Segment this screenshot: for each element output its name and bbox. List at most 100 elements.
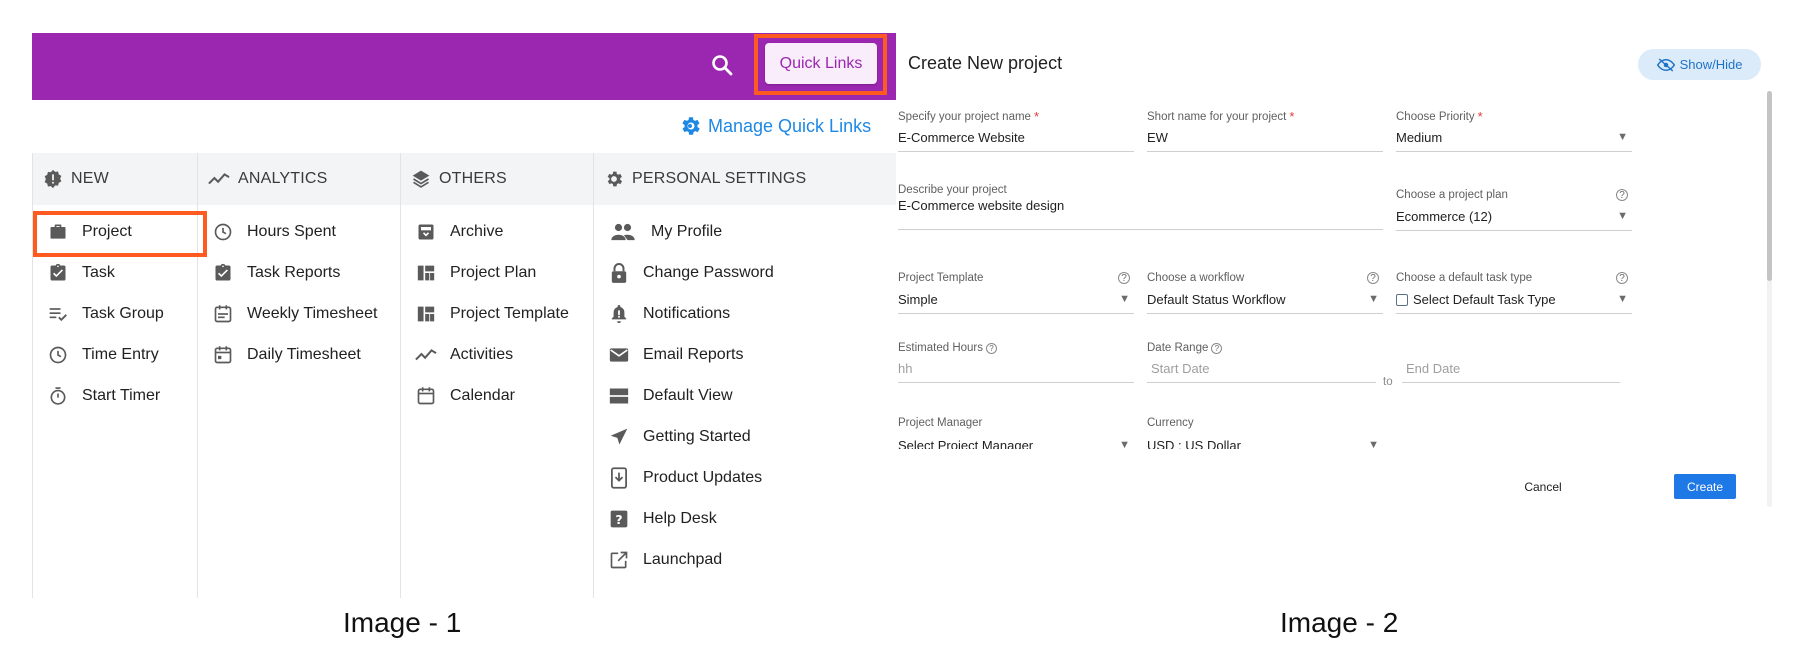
column-header-personal-settings: PERSONAL SETTINGS — [594, 153, 896, 205]
project-item-highlight — [33, 211, 207, 257]
start-date-field[interactable]: Date Range? Start Date — [1147, 342, 1376, 383]
trend-line-icon — [208, 173, 230, 185]
quick-link-change-password[interactable]: Change Password — [608, 252, 896, 293]
eye-off-icon — [1656, 57, 1675, 72]
quick-link-archive[interactable]: Archive — [415, 211, 593, 252]
dropdown-arrow-icon: ▼ — [1119, 439, 1130, 449]
open-external-icon — [608, 549, 630, 571]
quick-link-product-updates[interactable]: Product Updates — [608, 457, 896, 498]
quick-link-label: Email Reports — [643, 345, 744, 363]
help-icon[interactable]: ? — [1118, 272, 1130, 284]
quick-link-default-view[interactable]: Default View — [608, 375, 896, 416]
currency-select[interactable]: Currency USD : US Dollar ▼ — [1147, 417, 1383, 449]
quick-link-my-profile[interactable]: My Profile — [608, 211, 896, 252]
field-label: Short name for your project * — [1147, 109, 1295, 124]
quick-link-project-template[interactable]: Project Template — [415, 293, 593, 334]
clock-icon — [212, 221, 234, 243]
quick-links-grid: NEW Project Task Task Group Time Entry S… — [32, 153, 896, 598]
project-name-field[interactable]: Specify your project name * E-Commerce We… — [898, 109, 1134, 152]
project-plan-select[interactable]: Choose a project plan ? Ecommerce (12) ▼ — [1396, 189, 1632, 231]
quick-link-label: Time Entry — [82, 345, 159, 363]
quick-link-start-timer[interactable]: Start Timer — [47, 375, 197, 416]
quick-link-weekly-timesheet[interactable]: Weekly Timesheet — [212, 293, 400, 334]
manage-quick-links-link[interactable]: Manage Quick Links — [678, 113, 871, 139]
quick-link-launchpad[interactable]: Launchpad — [608, 539, 896, 580]
bell-icon — [608, 303, 630, 325]
quick-link-label: Calendar — [450, 386, 515, 404]
help-box-icon: ? — [608, 508, 630, 530]
svg-text:?: ? — [615, 512, 622, 527]
quick-link-label: Task — [82, 263, 115, 281]
task-type-select[interactable]: Choose a default task type ? Select Defa… — [1396, 272, 1632, 314]
quick-link-daily-timesheet[interactable]: Daily Timesheet — [212, 334, 400, 375]
help-icon[interactable]: ? — [1616, 272, 1628, 284]
estimated-hours-field[interactable]: Estimated Hours? hh — [898, 342, 1134, 383]
clock-icon — [47, 344, 69, 366]
quick-link-task-reports[interactable]: Task Reports — [212, 252, 400, 293]
help-icon[interactable]: ? — [1211, 342, 1223, 354]
field-label: Choose Priority * — [1396, 109, 1483, 124]
help-icon[interactable]: ? — [986, 342, 998, 354]
quick-link-activities[interactable]: Activities — [415, 334, 593, 375]
quick-link-help-desk[interactable]: ? Help Desk — [608, 498, 896, 539]
create-button[interactable]: Create — [1674, 474, 1736, 499]
dropdown-arrow-icon: ▼ — [1617, 210, 1628, 222]
field-placeholder: Start Date — [1151, 361, 1210, 376]
date-range-separator: to — [1383, 376, 1393, 388]
field-label: Estimated Hours? — [898, 342, 998, 354]
quick-link-label: Product Updates — [643, 468, 763, 486]
quick-links-button[interactable]: Quick Links — [765, 43, 877, 84]
help-icon[interactable]: ? — [1367, 272, 1379, 284]
quick-link-label: Getting Started — [643, 427, 751, 445]
archive-icon — [415, 221, 437, 243]
create-project-dialog: Create New project Show/Hide Specify you… — [898, 33, 1774, 598]
description-field[interactable]: Describe your project E-Commerce website… — [898, 184, 1383, 230]
column-header-label: OTHERS — [439, 170, 507, 187]
quick-link-label: Task Group — [82, 304, 164, 322]
dashboard-icon — [415, 262, 437, 284]
project-manager-select[interactable]: Project Manager Select Project Manager ▼ — [898, 417, 1134, 449]
quick-link-time-entry[interactable]: Time Entry — [47, 334, 197, 375]
column-new: NEW Project Task Task Group Time Entry S… — [32, 153, 207, 598]
quick-link-task-group[interactable]: Task Group — [47, 293, 197, 334]
quick-link-getting-started[interactable]: Getting Started — [608, 416, 896, 457]
view-stream-icon — [608, 385, 630, 407]
short-name-field[interactable]: Short name for your project * EW — [1147, 109, 1383, 152]
field-value: USD : US Dollar — [1147, 438, 1241, 449]
quick-links-panel: Quick Links Manage Quick Links NEW Proje… — [32, 33, 896, 598]
field-value: Simple — [898, 292, 938, 307]
quick-link-label: Change Password — [643, 263, 774, 281]
field-value: E-Commerce website design — [898, 198, 1065, 213]
lock-icon — [608, 262, 630, 284]
field-label: Project Template — [898, 272, 984, 284]
quick-link-project-plan[interactable]: Project Plan — [415, 252, 593, 293]
field-label: Project Manager — [898, 417, 983, 429]
end-date-field[interactable]: End Date — [1402, 342, 1620, 383]
search-button[interactable] — [704, 47, 740, 83]
cancel-button[interactable]: Cancel — [1518, 475, 1568, 499]
quick-link-label: Project Template — [450, 304, 569, 322]
search-icon — [712, 55, 733, 76]
dropdown-arrow-icon: ▼ — [1368, 293, 1379, 305]
quick-link-task[interactable]: Task — [47, 252, 197, 293]
show-hide-button[interactable]: Show/Hide — [1638, 49, 1761, 80]
quick-link-email-reports[interactable]: Email Reports — [608, 334, 896, 375]
quick-link-label: Project Plan — [450, 263, 537, 281]
field-label: Choose a default task type — [1396, 272, 1533, 284]
priority-select[interactable]: Choose Priority * Medium ▼ — [1396, 109, 1632, 152]
show-hide-label: Show/Hide — [1679, 57, 1743, 72]
quick-link-calendar[interactable]: Calendar — [415, 375, 593, 416]
scrollbar-thumb[interactable] — [1767, 91, 1772, 281]
calendar-icon — [415, 385, 437, 407]
help-icon[interactable]: ? — [1616, 189, 1628, 201]
dashboard-icon — [415, 303, 437, 325]
quick-link-hours-spent[interactable]: Hours Spent — [212, 211, 400, 252]
field-value: Select Default Task Type — [1396, 292, 1556, 307]
field-label: Choose a workflow — [1147, 272, 1245, 284]
row-cutoff-wrapper: Project Manager Select Project Manager ▼… — [898, 413, 1398, 449]
quick-link-notifications[interactable]: Notifications — [608, 293, 896, 334]
workflow-select[interactable]: Choose a workflow ? Default Status Workf… — [1147, 272, 1383, 314]
quick-link-label: Archive — [450, 222, 504, 240]
project-template-select[interactable]: Project Template ? Simple ▼ — [898, 272, 1134, 314]
dropdown-arrow-icon: ▼ — [1617, 131, 1628, 143]
